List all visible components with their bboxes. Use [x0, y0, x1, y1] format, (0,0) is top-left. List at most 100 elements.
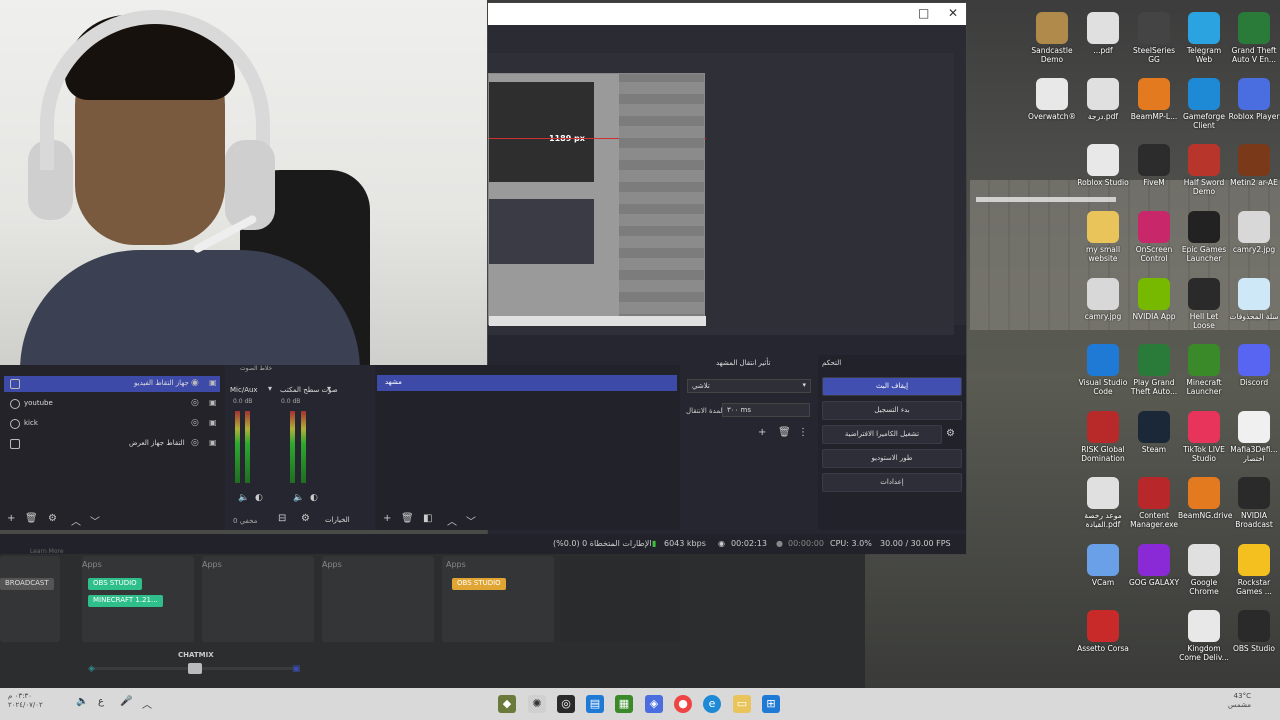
scene-item-selected[interactable]: مشهد — [377, 375, 677, 391]
source-item[interactable]: جهاز التقاط الفيديو ◉ ▣ — [4, 376, 220, 392]
mixer-layout-icon[interactable]: ⊟ — [278, 513, 286, 524]
move-up-icon[interactable]: ︿ — [447, 513, 457, 528]
desktop-icon[interactable]: OnScreen Control — [1128, 207, 1180, 269]
headphones-icon[interactable]: ◐ — [310, 493, 318, 503]
lock-icon[interactable]: ▣ — [209, 398, 217, 407]
headphones-icon[interactable]: ◐ — [255, 493, 263, 503]
file-explorer-taskbar-icon[interactable]: ▭ — [733, 695, 751, 713]
desktop-icon[interactable]: Google Chrome — [1178, 540, 1230, 602]
add-scene-icon[interactable]: + — [383, 513, 391, 524]
desktop-icon[interactable]: my small website — [1077, 207, 1129, 269]
desktop-icon[interactable]: camry.jpg — [1077, 274, 1129, 336]
source-item[interactable]: التقاط جهاز العرض ◎ ▣ — [4, 436, 220, 452]
add-source-icon[interactable]: + — [7, 513, 15, 524]
minecraft-tag[interactable]: MINECRAFT 1.21... — [88, 595, 163, 607]
desktop-icon[interactable]: Epic Games Launcher — [1178, 207, 1230, 269]
close-icon[interactable]: ✕ — [948, 6, 958, 20]
language-icon[interactable]: ع — [98, 696, 104, 707]
source-item[interactable]: youtube ◎ ▣ — [4, 396, 220, 412]
desktop-icon[interactable]: Telegram Web — [1178, 8, 1230, 70]
desktop-icon[interactable]: Roblox Studio — [1077, 140, 1129, 202]
source-item[interactable]: kick ◎ ▣ — [4, 416, 220, 432]
broadcast-tag[interactable]: BROADCAST — [0, 578, 54, 590]
chrome-taskbar-icon[interactable]: ● — [674, 695, 692, 713]
transition-type-select[interactable]: تلاشي ▾ — [687, 379, 811, 393]
move-up-icon[interactable]: ︿ — [71, 513, 81, 528]
lock-icon[interactable]: ▣ — [209, 438, 217, 447]
stop-streaming-button[interactable]: إيقاف البث — [822, 377, 962, 396]
minecraft-taskbar-icon[interactable]: ▦ — [615, 695, 633, 713]
desktop-icon[interactable]: OBS Studio — [1228, 606, 1280, 668]
desktop-icon[interactable]: BeamNG.drive — [1178, 473, 1232, 535]
desktop-icon[interactable]: NVIDIA Broadcast — [1228, 473, 1280, 535]
lock-icon[interactable]: ▣ — [209, 378, 217, 387]
weather[interactable]: 43°C مشمس — [1228, 692, 1251, 710]
clock[interactable]: ٠٣:٣٠ م ٢٠٢٤/٠٧/٠٢ — [8, 692, 43, 710]
desktop-icon[interactable]: Metin2 ar-AE — [1228, 140, 1280, 202]
more-options-icon[interactable]: ⋮ — [798, 427, 808, 438]
desktop-icon[interactable]: Rockstar Games ... — [1228, 540, 1280, 602]
remove-transition-icon[interactable]: 🗑 — [778, 427, 791, 438]
desktop-icon[interactable]: NVIDIA App — [1128, 274, 1180, 336]
remove-source-icon[interactable]: 🗑 — [25, 513, 38, 524]
chatmix-slider-thumb[interactable] — [188, 663, 202, 674]
desktop-icon[interactable]: Mafia3Defi... اختصار — [1228, 407, 1280, 469]
desktop-icon[interactable]: موعد رخصة القيادة.pdf — [1077, 473, 1129, 535]
desktop-icon[interactable]: camry2.jpg — [1228, 207, 1280, 269]
eye-icon[interactable]: ◉ — [191, 378, 199, 388]
channel-menu-icon[interactable]: ▾ — [268, 384, 272, 393]
desktop-icon[interactable]: سلة المحذوفات — [1228, 274, 1280, 336]
speaker-icon[interactable]: 🔈 — [238, 493, 249, 503]
obs-studio-tag[interactable]: OBS STUDIO — [88, 578, 142, 590]
desktop-icon[interactable]: ...pdf — [1077, 8, 1129, 70]
add-transition-icon[interactable]: + — [758, 427, 766, 438]
desktop-icon[interactable]: Kingdom Come Deliv... — [1178, 606, 1230, 668]
desktop-icon[interactable]: درجة.pdf — [1077, 74, 1129, 136]
desktop-icon[interactable]: Gameforge Client — [1178, 74, 1230, 136]
desktop-icon[interactable]: Visual Studio Code — [1077, 340, 1129, 402]
desktop-icon[interactable]: Discord — [1228, 340, 1280, 402]
source-properties-icon[interactable]: ⚙ — [48, 513, 57, 524]
desktop-icon[interactable]: Content Manager.exe — [1128, 473, 1180, 535]
move-down-icon[interactable]: ﹀ — [90, 513, 100, 528]
lock-icon[interactable]: ▣ — [209, 418, 217, 427]
move-down-icon[interactable]: ﹀ — [466, 513, 476, 528]
obs-preview-area[interactable]: 1189 px — [488, 25, 966, 335]
speaker-icon[interactable]: 🔈 — [293, 493, 304, 503]
chevron-up-icon[interactable]: ︿ — [142, 696, 152, 711]
obs-taskbar-icon[interactable]: ◎ — [557, 695, 575, 713]
desktop-icon[interactable]: Sandcastle Demo — [1026, 8, 1078, 70]
start-recording-button[interactable]: بدء التسجيل — [822, 401, 962, 420]
channel-menu-icon[interactable]: ▾ — [327, 384, 331, 393]
scene-filter-icon[interactable]: ◧ — [423, 513, 432, 524]
desktop-icon[interactable]: RISK Global Domination — [1077, 407, 1129, 469]
edge-taskbar-icon[interactable]: e — [703, 695, 721, 713]
microphone-icon[interactable]: 🎤 — [120, 696, 132, 707]
settings-button[interactable]: إعدادات — [822, 473, 962, 492]
desktop-icon[interactable]: VCam — [1077, 540, 1129, 602]
start-virtual-camera-button[interactable]: تشغيل الكاميرا الافتراضية — [822, 425, 942, 444]
filters-label[interactable]: الخيارات — [325, 516, 350, 524]
taskbar-app-icon[interactable]: ◆ — [498, 695, 516, 713]
desktop-icon[interactable]: SteelSeries GG — [1128, 8, 1180, 70]
obs-studio-tag[interactable]: OBS STUDIO — [452, 578, 506, 590]
eye-icon[interactable]: ◎ — [191, 418, 199, 428]
desktop-icon[interactable]: Minecraft Launcher — [1178, 340, 1230, 402]
store-taskbar-icon[interactable]: ▤ — [586, 695, 604, 713]
desktop-icon[interactable]: Half Sword Demo — [1178, 140, 1230, 202]
maximize-icon[interactable]: □ — [918, 6, 929, 20]
duration-input[interactable]: ٣٠٠ ms — [722, 403, 810, 417]
learn-more-link[interactable]: Learn More — [30, 548, 64, 555]
desktop-icon[interactable]: Assetto Corsa — [1077, 606, 1129, 668]
desktop-icon[interactable]: Play Grand Theft Auto... — [1128, 340, 1180, 402]
desktop-icon[interactable]: Hell Let Loose — [1178, 274, 1230, 336]
desktop-icon[interactable]: Steam — [1128, 407, 1180, 469]
eye-icon[interactable]: ◎ — [191, 438, 199, 448]
desktop-icon[interactable]: Roblox Player — [1228, 74, 1280, 136]
speaker-icon[interactable]: 🔈 — [76, 696, 88, 707]
mixer-settings-icon[interactable]: ⚙ — [301, 513, 310, 524]
desktop-icon[interactable]: Grand Theft Auto V En... — [1228, 8, 1280, 70]
steelseries-taskbar-icon[interactable]: ✺ — [528, 695, 546, 713]
start-menu-icon[interactable]: ⊞ — [762, 695, 780, 713]
studio-mode-button[interactable]: طور الاستوديو — [822, 449, 962, 468]
